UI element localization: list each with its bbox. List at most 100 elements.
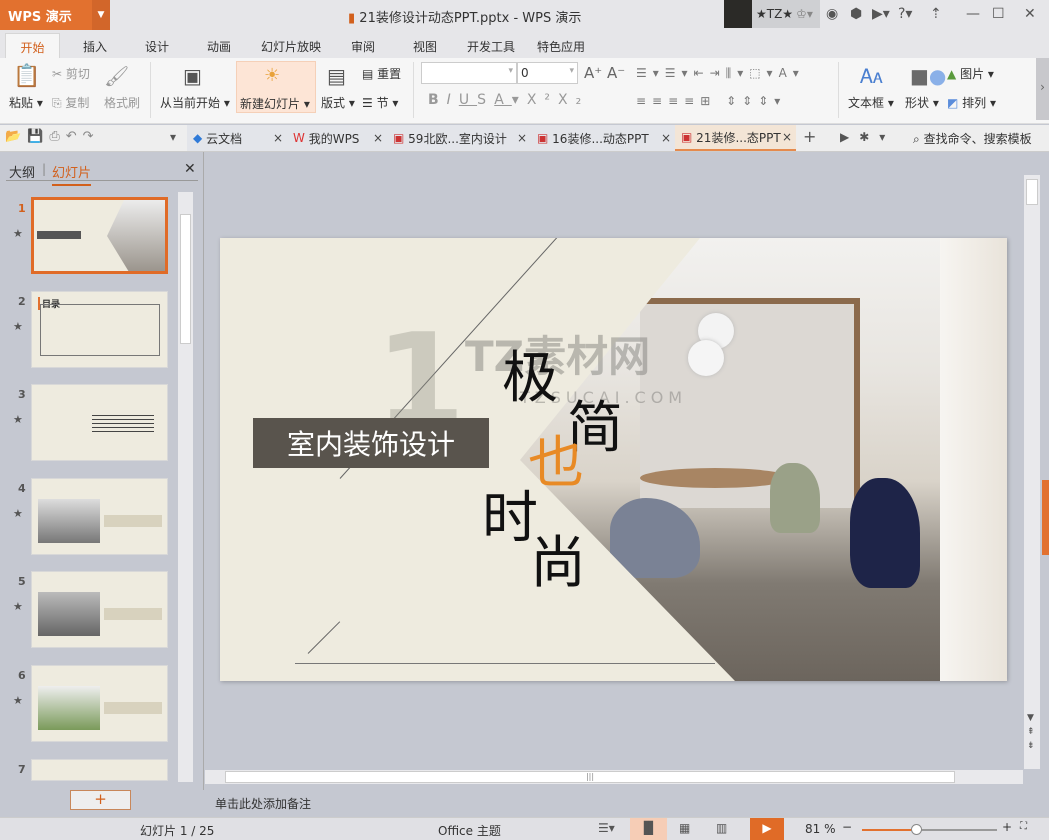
reset-button[interactable]: ▤ 重置 <box>362 65 401 82</box>
layout-icon: ▤ <box>327 64 346 88</box>
customize-dropdown-icon[interactable]: ▾ <box>170 130 176 144</box>
arrange-icon: ◩ <box>947 96 959 110</box>
font-size-select[interactable]: 0 ▾ <box>517 62 578 84</box>
animation-star-icon: ★ <box>13 320 23 333</box>
section-label: 节 <box>376 96 389 110</box>
ppt-icon: ▣ <box>393 131 405 145</box>
wps-menu-button[interactable]: WPS 演示 ▼ <box>0 0 110 30</box>
paragraph-tools-bottom[interactable]: ≡≡≡≡⊞ ⇕⇕⇕▾ <box>636 94 786 108</box>
layout-button[interactable]: 版式 ▾ <box>321 94 355 111</box>
panel-scrollbar[interactable] <box>178 192 193 782</box>
doc-tab-21-active[interactable]: ▣ 21装修...态PPT × <box>675 125 796 151</box>
scroll-arrows[interactable]: ▼ ⇞ ⇟ <box>1027 711 1035 753</box>
fit-window-icon[interactable]: ⛶ <box>1020 821 1027 832</box>
normal-view-button[interactable]: ▐▌ <box>630 818 667 840</box>
tab-outline[interactable]: 大纲 <box>9 162 35 181</box>
divider: | <box>42 162 47 176</box>
arrange-label: 排列 <box>962 96 987 110</box>
share-icon[interactable]: ▶▾ <box>872 6 890 22</box>
slide-number: 4 <box>18 482 26 495</box>
doc-tab-mywps[interactable]: W 我的WPS × <box>287 125 387 151</box>
copy-button[interactable]: ⎘ 复制 <box>52 94 89 111</box>
shape-button[interactable]: 形状 ▾ <box>905 94 939 111</box>
cut-button[interactable]: ✂ 剪切 <box>52 65 90 82</box>
tab-slides[interactable]: 幻灯片 <box>52 162 92 186</box>
slideshow-icon: ▣ <box>183 64 202 88</box>
font-name-select[interactable]: ▾ <box>421 62 517 84</box>
play-slideshow-button[interactable]: ▶ <box>750 818 784 840</box>
paragraph-tools-top[interactable]: ☰▾☰▾⇤⇥⫼▾⬚▾A▾ <box>636 66 805 81</box>
horizontal-scrollbar[interactable]: ||| <box>205 770 1023 784</box>
picture-button[interactable]: ▲ 图片 ▾ <box>947 65 994 82</box>
tab-tools-icons[interactable]: ▶✱▾ <box>840 130 895 144</box>
pin-ribbon-icon[interactable]: ⇡ <box>930 6 942 22</box>
textbox-button[interactable]: 文本框 ▾ <box>848 94 894 111</box>
slide-sorter-icon[interactable]: ▦ <box>679 821 690 835</box>
tab-view[interactable]: 视图 <box>413 38 437 55</box>
section-button[interactable]: ☰ 节 ▾ <box>362 94 398 111</box>
tab-animation[interactable]: 动画 <box>207 38 231 55</box>
search-command[interactable]: ⌕ 查找命令、搜索模板 <box>913 130 1032 147</box>
paste-icon[interactable]: 📋 <box>13 64 40 89</box>
slide-title[interactable]: 室内装饰设计 <box>253 418 489 468</box>
new-slide-button[interactable]: ☀ 新建幻灯片 ▾ <box>236 61 316 113</box>
grow-font-icon[interactable]: A⁺ A⁻ <box>584 64 625 82</box>
wps-logo-icon: W <box>293 131 305 145</box>
notes-view-icon[interactable]: ☰▾ <box>598 821 615 835</box>
quick-access-icons[interactable]: 📂💾⎙↶↷ <box>5 129 100 144</box>
copy-label: 复制 <box>65 96 90 110</box>
slide-canvas[interactable]: 1 TZ素材网 TZSUCAI.COM 室内装饰设计 极 简 也 时 尚 <box>220 238 1007 681</box>
doc-tab-cloud[interactable]: ◆ 云文档 × <box>187 125 287 151</box>
minimize-button[interactable]: — <box>966 6 980 22</box>
reading-view-icon[interactable]: ▥ <box>716 821 727 835</box>
tab-home[interactable]: 开始 <box>5 33 60 59</box>
slide-thumbnail-4[interactable] <box>31 478 168 555</box>
layout-label: 版式 <box>321 96 346 110</box>
slide-thumbnail-6[interactable] <box>31 665 168 742</box>
slide-thumbnail-7[interactable] <box>31 759 168 781</box>
cloud-doc-icon: ◆ <box>193 131 203 145</box>
crown-icon: ♔▾ <box>796 7 813 21</box>
doc-tab-16[interactable]: ▣ 16装修...动态PPT × <box>531 125 675 151</box>
add-slide-button[interactable]: + <box>70 790 131 810</box>
tab-design[interactable]: 设计 <box>145 38 169 55</box>
font-size-value: 0 <box>521 66 529 80</box>
chevron-down-icon[interactable]: ▼ <box>92 0 110 30</box>
format-painter-icon: 🖌 <box>104 64 130 88</box>
user-account[interactable]: ★TZ★ ♔▾ <box>724 0 820 28</box>
ribbon-scroll-right[interactable]: › <box>1036 58 1049 120</box>
slide-thumbnail-5[interactable] <box>31 571 168 648</box>
cut-label: 剪切 <box>65 67 90 81</box>
slide-thumbnail-2[interactable]: 目录 <box>31 291 168 368</box>
tab-insert[interactable]: 插入 <box>83 38 107 55</box>
zoom-in-button[interactable]: + <box>1002 820 1012 834</box>
notes-area[interactable]: 单击此处添加备注 <box>205 790 1049 817</box>
tab-developer[interactable]: 开发工具 <box>467 38 515 55</box>
new-tab-button[interactable]: + <box>803 127 816 146</box>
tab-slideshow[interactable]: 幻灯片放映 <box>261 38 321 55</box>
slide-word-shang: 尚 <box>530 531 586 596</box>
skin-icon[interactable]: ◉ <box>826 6 838 22</box>
from-current-button[interactable]: 从当前开始 ▾ <box>160 94 230 111</box>
tab-special[interactable]: 特色应用 <box>537 38 585 55</box>
feedback-icon[interactable]: ⬢ <box>850 6 862 22</box>
close-panel-icon[interactable]: ✕ <box>184 161 196 177</box>
arrange-button[interactable]: ◩ 排列 ▾ <box>947 94 996 111</box>
paste-label: 粘贴 <box>9 96 34 110</box>
print-icon: ⎙ <box>49 129 66 144</box>
side-panel-toggle[interactable] <box>1042 480 1049 555</box>
tab-review[interactable]: 审阅 <box>351 38 375 55</box>
paste-button[interactable]: 粘贴 ▾ <box>9 94 43 111</box>
maximize-button[interactable]: ☐ <box>992 6 1005 22</box>
format-painter-button[interactable]: 格式刷 <box>104 94 140 111</box>
avatar <box>724 0 752 28</box>
font-style-buttons[interactable]: BIUSA▾X²X₂ <box>428 92 589 108</box>
vertical-scrollbar[interactable]: ▼ ⇞ ⇟ <box>1024 175 1040 769</box>
doc-tab-59[interactable]: ▣ 59北欧...室内设计 × <box>387 125 531 151</box>
slide-thumbnail-1[interactable] <box>31 197 168 274</box>
slide-thumbnail-3[interactable] <box>31 384 168 461</box>
help-icon[interactable]: ?▾ <box>898 6 912 22</box>
zoom-out-button[interactable]: − <box>842 820 852 834</box>
close-button[interactable]: ✕ <box>1024 6 1036 22</box>
zoom-slider[interactable] <box>862 824 997 835</box>
